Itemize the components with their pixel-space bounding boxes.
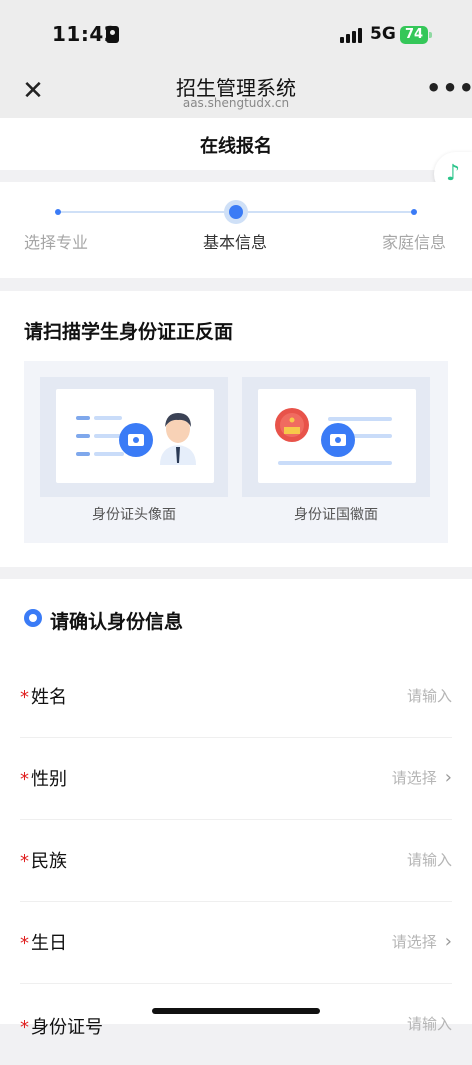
progress-steps: 选择专业 基本信息 家庭信息 bbox=[0, 182, 472, 278]
field-label: * 性别 bbox=[20, 769, 67, 790]
scan-area: 身份证头像面 身份证国徽面 bbox=[24, 361, 448, 543]
id-back-card bbox=[258, 389, 416, 483]
required-mark: * bbox=[20, 1017, 29, 1038]
more-icon[interactable]: ••• bbox=[426, 74, 472, 102]
field-id-number[interactable]: * 身份证号 请输入 bbox=[20, 983, 452, 1065]
page-header: 在线报名 bbox=[0, 118, 472, 170]
step-label-major: 选择专业 bbox=[24, 233, 89, 252]
camera-icon bbox=[321, 423, 355, 457]
portrait-lock-icon bbox=[106, 26, 119, 43]
name-input[interactable]: 请输入 bbox=[407, 685, 452, 706]
step-dot bbox=[411, 209, 417, 215]
battery-icon: 74 bbox=[400, 26, 432, 44]
step-label-basic-info: 基本信息 bbox=[203, 233, 268, 252]
radio-dot-icon bbox=[24, 609, 42, 627]
app-domain: aas.shengtudx.cn bbox=[182, 96, 290, 110]
scan-title: 请扫描学生身份证正反面 bbox=[24, 321, 234, 343]
field-gender[interactable]: * 性别 请选择 › bbox=[20, 737, 452, 820]
field-birthday[interactable]: * 生日 请选择 › bbox=[20, 901, 452, 984]
signal-icon bbox=[340, 27, 364, 43]
home-indicator bbox=[152, 1008, 320, 1014]
chevron-right-icon: › bbox=[444, 931, 452, 952]
required-mark: * bbox=[20, 851, 29, 872]
ethnicity-input[interactable]: 请输入 bbox=[407, 849, 452, 870]
id-back-upload[interactable] bbox=[242, 377, 430, 497]
id-front-caption: 身份证头像面 bbox=[92, 507, 176, 523]
id-back-caption: 身份证国徽面 bbox=[294, 507, 378, 523]
field-label: * 身份证号 bbox=[20, 1017, 103, 1038]
form-header: 请确认身份信息 bbox=[50, 611, 184, 633]
required-mark: * bbox=[20, 933, 29, 954]
step-dot-active bbox=[224, 200, 248, 224]
field-ethnicity[interactable]: * 民族 请输入 bbox=[20, 819, 452, 902]
id-front-card bbox=[56, 389, 214, 483]
id-front-upload[interactable] bbox=[40, 377, 228, 497]
birthday-select[interactable]: 请选择 › bbox=[392, 931, 452, 952]
gender-select[interactable]: 请选择 › bbox=[392, 767, 452, 788]
field-label: * 姓名 bbox=[20, 687, 67, 708]
field-label: * 民族 bbox=[20, 851, 67, 872]
required-mark: * bbox=[20, 769, 29, 790]
status-bar: 11:42 5G 74 bbox=[0, 0, 472, 64]
step-label-family-info: 家庭信息 bbox=[382, 233, 447, 252]
navigation-bar: ✕ 招生管理系统 aas.shengtudx.cn ••• bbox=[0, 64, 472, 118]
field-name[interactable]: * 姓名 请输入 bbox=[20, 655, 452, 738]
identity-form: 请确认身份信息 * 姓名 请输入 * 性别 请选择 › * 民族 请输入 * 生日 请选择… bbox=[0, 579, 472, 1038]
page-title: 在线报名 bbox=[200, 136, 272, 157]
field-label: * 生日 bbox=[20, 933, 67, 954]
national-emblem-icon bbox=[275, 408, 309, 442]
network-type: 5G bbox=[370, 24, 396, 44]
camera-icon bbox=[119, 423, 153, 457]
step-dot bbox=[55, 209, 61, 215]
required-mark: * bbox=[20, 687, 29, 708]
id-scan-section: 请扫描学生身份证正反面 身份证头像面 身份证国徽面 bbox=[0, 291, 472, 567]
chevron-right-icon: › bbox=[444, 767, 452, 788]
person-avatar-icon bbox=[160, 413, 196, 465]
